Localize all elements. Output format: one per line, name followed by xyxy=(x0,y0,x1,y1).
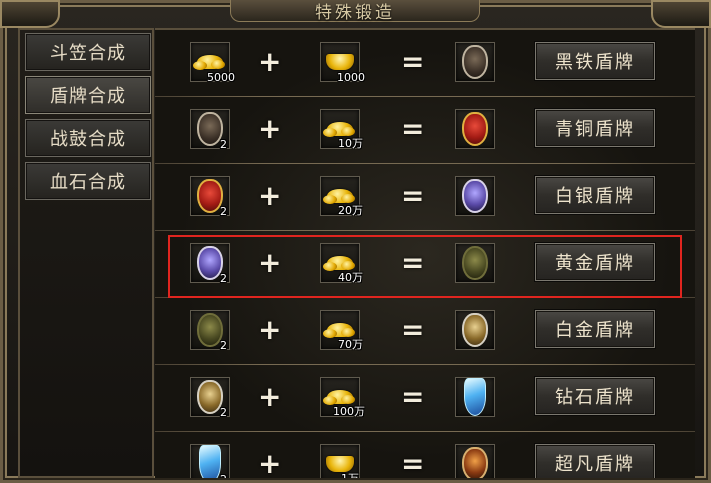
forge-button-gold-shield[interactable]: 黄金盾牌 xyxy=(535,243,655,281)
cost-quantity: 10万 xyxy=(338,137,363,150)
gold-coins-icon xyxy=(323,390,355,405)
recipe-row: 2 + 10万 = 青铜盾牌 xyxy=(155,97,695,164)
recipe-row: 2 + 70万 = 白金盾牌 xyxy=(155,298,695,365)
equals-sign: = xyxy=(401,179,425,212)
cost-slot[interactable]: 20万 xyxy=(320,176,363,217)
result-slot[interactable] xyxy=(455,176,495,216)
recipe-row: 2 + 100万 = 钻石盾牌 xyxy=(155,365,695,432)
gold-coins-icon xyxy=(193,55,225,70)
input-slot[interactable]: 2 xyxy=(190,377,230,419)
window-title: 特殊锻造 xyxy=(315,3,395,23)
cost-slot[interactable]: 1000 xyxy=(320,42,365,84)
input-quantity: 2 xyxy=(220,473,227,478)
cost-slot[interactable]: 40万 xyxy=(320,243,363,284)
equals-sign: = xyxy=(401,45,425,78)
plus-sign: + xyxy=(258,313,282,346)
gold-coins-icon xyxy=(323,189,355,204)
forge-button-silver-shield[interactable]: 白银盾牌 xyxy=(535,176,655,214)
platinum-shield-icon xyxy=(462,313,488,347)
result-slot[interactable] xyxy=(455,42,495,82)
forge-button-bronze-shield[interactable]: 青铜盾牌 xyxy=(535,109,655,147)
equals-sign: = xyxy=(401,112,425,145)
sidebar: 斗笠合成 盾牌合成 战鼓合成 血石合成 xyxy=(18,28,154,478)
supreme-shield-icon xyxy=(462,447,488,478)
gold-ingot-icon xyxy=(326,54,354,70)
input-quantity: 2 xyxy=(220,406,227,419)
plus-sign: + xyxy=(258,380,282,413)
cost-quantity: 1万 xyxy=(341,470,359,478)
forge-button-supreme-shield[interactable]: 超凡盾牌 xyxy=(535,444,655,478)
input-slot[interactable]: 2 xyxy=(190,444,230,478)
result-slot[interactable] xyxy=(455,310,495,350)
silver-shield-icon xyxy=(462,179,488,213)
plus-sign: + xyxy=(258,246,282,279)
diamond-shield-icon xyxy=(199,445,221,478)
window-title-bar: 特殊锻造 xyxy=(230,0,480,23)
recipe-row: 2 + 40万 = 黄金盾牌 xyxy=(155,231,695,298)
plus-sign: + xyxy=(258,45,282,78)
equals-sign: = xyxy=(401,380,425,413)
bronze-shield-icon xyxy=(462,112,488,146)
recipe-list: 5000 + 1000 = 黑铁盾牌 2 + 10万 = 青铜盾牌 2 + 20… xyxy=(155,28,695,478)
recipe-row: 5000 + 1000 = 黑铁盾牌 xyxy=(155,30,695,97)
cost-quantity: 1000 xyxy=(337,71,365,84)
tab-bloodstone-synthesis[interactable]: 血石合成 xyxy=(25,162,151,200)
input-slot[interactable]: 2 xyxy=(190,243,230,285)
result-slot[interactable] xyxy=(455,377,495,417)
input-slot[interactable]: 2 xyxy=(190,176,230,218)
cost-quantity: 20万 xyxy=(338,204,363,217)
recipe-row: 2 + 1万 = 超凡盾牌 xyxy=(155,432,695,478)
gold-coins-icon xyxy=(323,256,355,271)
result-slot[interactable] xyxy=(455,109,495,149)
input-quantity: 2 xyxy=(220,205,227,218)
equals-sign: = xyxy=(401,313,425,346)
frame-corner-ornament xyxy=(0,0,60,28)
cost-slot[interactable]: 10万 xyxy=(320,109,363,150)
diamond-shield-icon xyxy=(464,378,486,416)
result-slot[interactable] xyxy=(455,444,495,478)
forge-button-iron-shield[interactable]: 黑铁盾牌 xyxy=(535,42,655,80)
tab-hat-synthesis[interactable]: 斗笠合成 xyxy=(25,33,151,71)
input-quantity: 2 xyxy=(220,138,227,151)
cost-quantity: 40万 xyxy=(338,271,363,284)
recipe-row: 2 + 20万 = 白银盾牌 xyxy=(155,164,695,231)
input-quantity: 2 xyxy=(220,272,227,285)
input-quantity: 2 xyxy=(220,339,227,352)
cost-quantity: 70万 xyxy=(338,338,363,351)
input-quantity: 5000 xyxy=(207,71,235,84)
input-slot[interactable]: 5000 xyxy=(190,42,235,84)
plus-sign: + xyxy=(258,179,282,212)
gold-coins-icon xyxy=(323,122,355,137)
plus-sign: + xyxy=(258,112,282,145)
iron-shield-icon xyxy=(462,45,488,79)
forge-button-platinum-shield[interactable]: 白金盾牌 xyxy=(535,310,655,348)
cost-slot[interactable]: 100万 xyxy=(320,377,365,418)
gold-shield-icon xyxy=(462,246,488,280)
gold-coins-icon xyxy=(323,323,355,338)
tab-shield-synthesis[interactable]: 盾牌合成 xyxy=(25,76,151,114)
tab-drum-synthesis[interactable]: 战鼓合成 xyxy=(25,119,151,157)
frame-corner-ornament xyxy=(651,0,711,28)
cost-slot[interactable]: 70万 xyxy=(320,310,363,351)
input-slot[interactable]: 2 xyxy=(190,310,230,352)
cost-quantity: 100万 xyxy=(333,405,365,418)
forge-button-diamond-shield[interactable]: 钻石盾牌 xyxy=(535,377,655,415)
input-slot[interactable]: 2 xyxy=(190,109,230,151)
equals-sign: = xyxy=(401,447,425,478)
result-slot[interactable] xyxy=(455,243,495,283)
equals-sign: = xyxy=(401,246,425,279)
plus-sign: + xyxy=(258,447,282,478)
cost-slot[interactable]: 1万 xyxy=(320,444,360,478)
